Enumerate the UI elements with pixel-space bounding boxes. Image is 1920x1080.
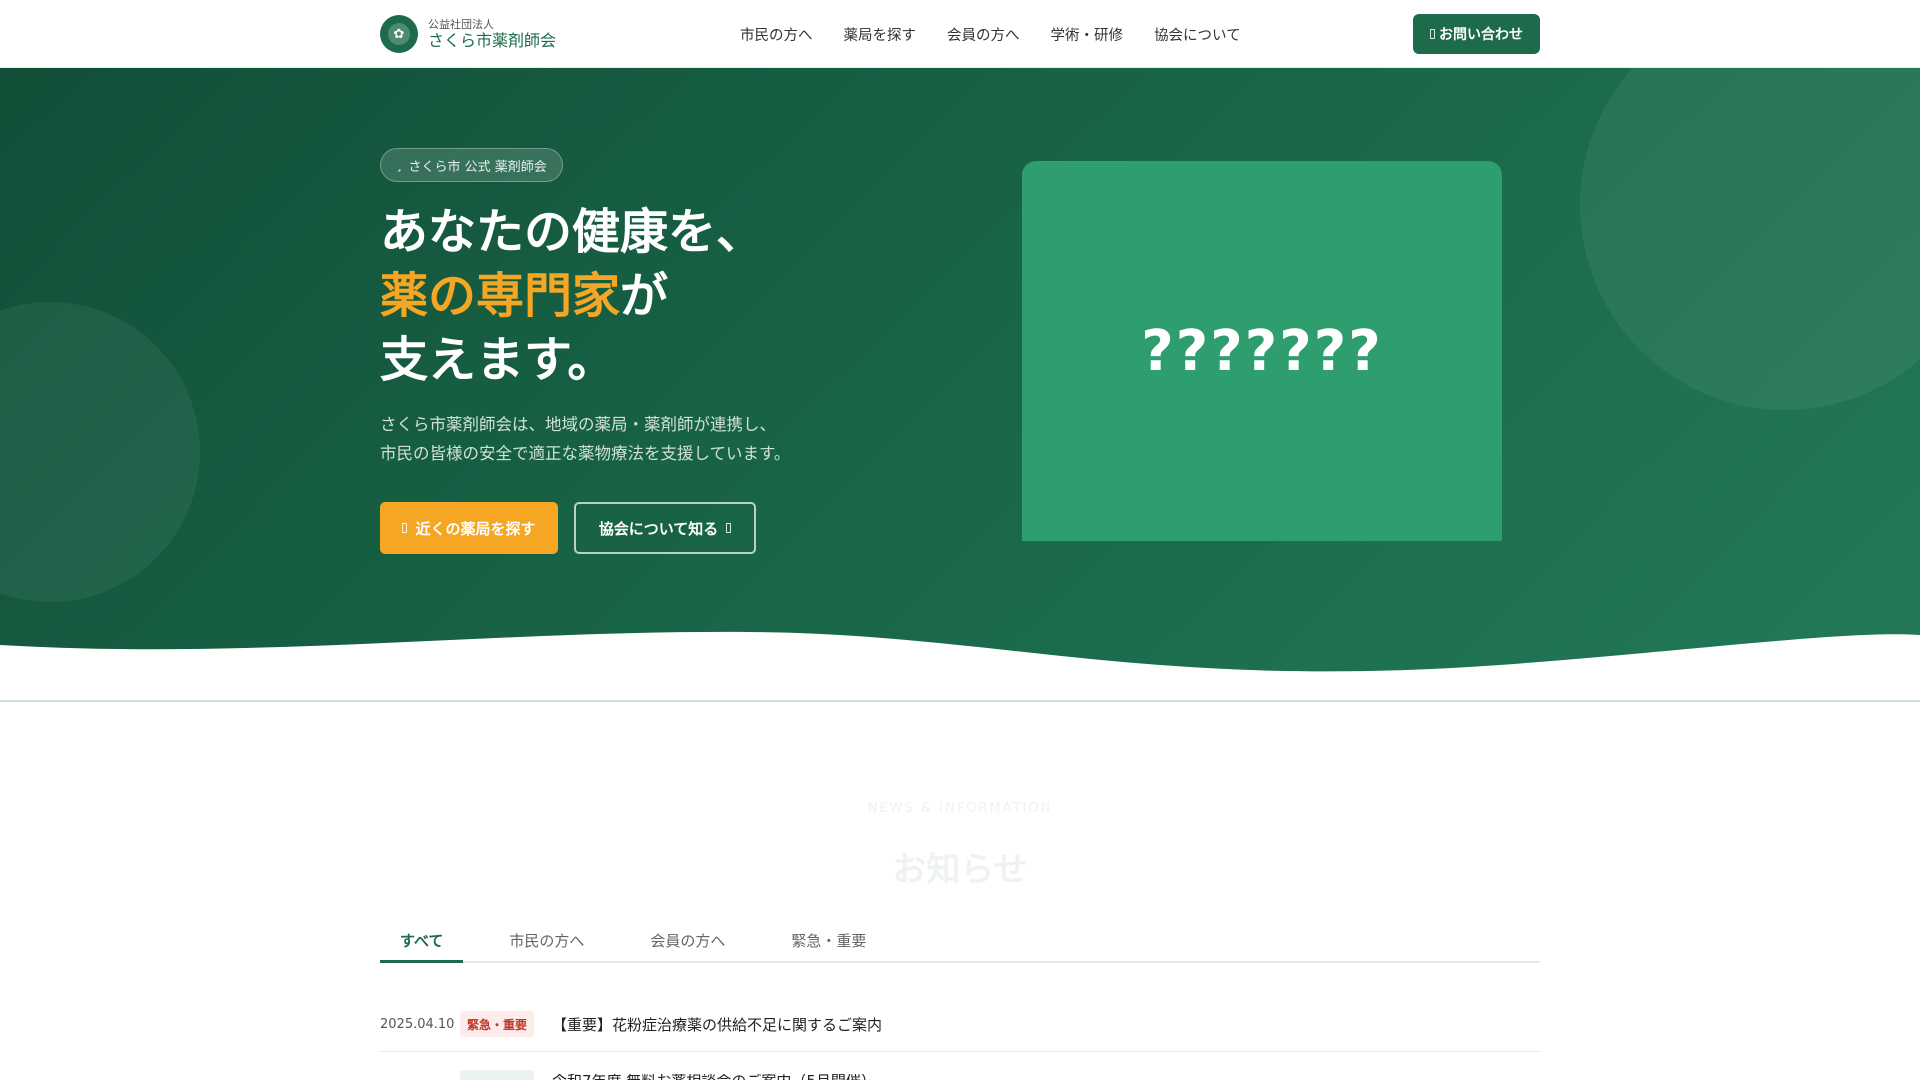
site-header: ✿ 公益社団法人 さくら市薬剤師会 市民の方へ 薬局を探す 会員の方へ 学術・研…	[0, 0, 1920, 68]
tab-citizens[interactable]: 市民の方へ	[489, 918, 604, 963]
news-category-badge	[460, 1070, 534, 1080]
image-placeholder-text: ???????	[1141, 318, 1383, 384]
news-title[interactable]: 令和7年度 無料お薬相談会のご案内（5月開催）	[552, 1074, 876, 1080]
headline-line-1: あなたの健康を、	[380, 204, 765, 260]
flower-icon: ✿	[388, 23, 410, 45]
nav-academic[interactable]: 学術・研修	[1051, 24, 1124, 45]
tab-all[interactable]: すべて	[380, 918, 464, 963]
hero-description: さくら市薬剤師会は、地域の薬局・薬剤師が連携し、 市民の皆様の安全で適正な薬物療…	[380, 410, 790, 468]
search-icon	[402, 523, 408, 533]
hero-image: ???????	[1022, 161, 1502, 541]
find-pharmacy-button[interactable]: 近くの薬局を探す	[380, 502, 558, 554]
decor-circle-right	[1580, 68, 1920, 410]
mail-icon	[1430, 29, 1435, 39]
headline-line-2: が	[620, 268, 669, 324]
find-pharmacy-label: 近くの薬局を探す	[415, 519, 536, 538]
badge-icon: ¸	[396, 157, 403, 173]
news-section-title: お知らせ	[892, 850, 1028, 890]
nav-citizens[interactable]: 市民の方へ	[740, 24, 813, 45]
logo[interactable]: ✿ 公益社団法人 さくら市薬剤師会	[380, 15, 556, 53]
hero-wave	[0, 631, 1920, 710]
logo-title: さくら市薬剤師会	[428, 30, 557, 50]
news-item[interactable]: 令和7年度 無料お薬相談会のご案内（5月開催）	[380, 1052, 1540, 1080]
contact-button[interactable]: お問い合わせ	[1413, 14, 1540, 54]
nav-find-pharmacy[interactable]: 薬局を探す	[844, 24, 917, 45]
about-button[interactable]: 協会について知る	[574, 502, 756, 554]
decor-circle-left	[0, 302, 200, 602]
about-label: 協会について知る	[598, 519, 719, 538]
nav-members[interactable]: 会員の方へ	[947, 24, 1020, 45]
section-divider	[0, 700, 1920, 702]
news-section-label: NEWS & INFORMATION	[867, 801, 1053, 816]
desc-line-1: さくら市薬剤師会は、地域の薬局・薬剤師が連携し、	[380, 415, 776, 434]
news-item[interactable]: 2025.04.10 緊急・重要 【重要】花粉症治療薬の供給不足に関するご案内	[380, 997, 1540, 1052]
news-date: 2025.04.10	[380, 1016, 455, 1032]
news-category-badge: 緊急・重要	[460, 1011, 534, 1037]
nav-about[interactable]: 協会について	[1154, 24, 1241, 45]
news-title[interactable]: 【重要】花粉症治療薬の供給不足に関するご案内	[552, 1014, 882, 1035]
headline-line-3: 支えます。	[380, 332, 616, 388]
main-nav: 市民の方へ 薬局を探す 会員の方へ 学術・研修 協会について	[740, 24, 1241, 45]
tab-urgent[interactable]: 緊急・重要	[771, 918, 886, 963]
arrow-right-icon	[726, 523, 732, 533]
badge-text: さくら市 公式 薬剤師会	[408, 159, 547, 175]
contact-label: お問い合わせ	[1439, 27, 1523, 43]
desc-line-2: 市民の皆様の安全で適正な薬物療法を支援しています。	[380, 444, 791, 463]
news-tabs: すべて 市民の方へ 会員の方へ 緊急・重要	[380, 918, 1540, 963]
tab-members[interactable]: 会員の方へ	[630, 918, 745, 963]
logo-emblem: ✿	[380, 15, 418, 53]
logo-subtitle: 公益社団法人	[428, 17, 494, 31]
hero-badge: ¸ さくら市 公式 薬剤師会	[380, 148, 563, 182]
hero-headline: あなたの健康を、 薬の専門家が 支えます。	[380, 200, 764, 392]
headline-accent: 薬の専門家	[380, 268, 621, 324]
